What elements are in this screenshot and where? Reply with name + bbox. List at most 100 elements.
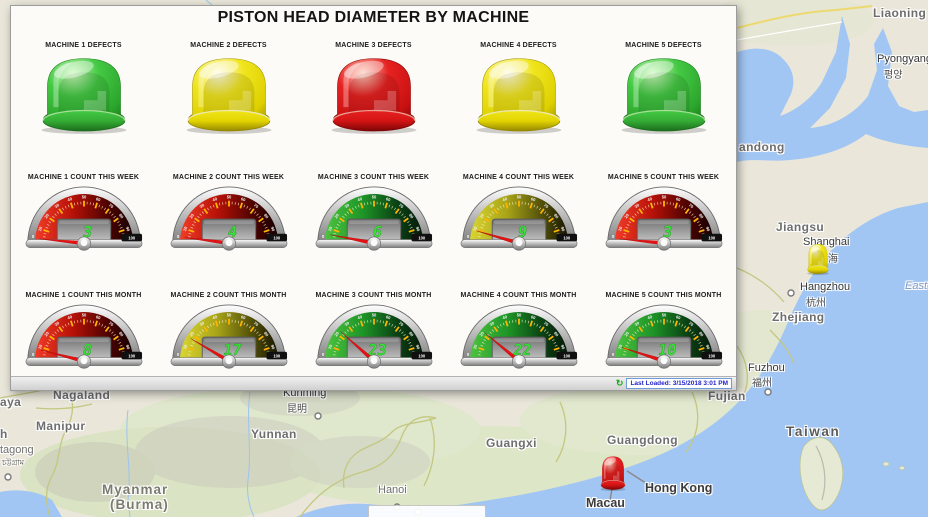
marker-led-hong-kong[interactable] — [598, 453, 628, 492]
map-label-jiangsu: Jiangsu — [776, 220, 824, 234]
map-label-yunnan: Yunnan — [251, 427, 297, 441]
gauge-label: MACHINE 4 COUNT THIS MONTH — [460, 292, 576, 299]
svg-text:50: 50 — [661, 313, 666, 318]
map-label-guangdong: Guangdong — [607, 433, 678, 447]
map-label-zhejiang: Zhejiang — [772, 310, 825, 324]
svg-text:50: 50 — [81, 313, 86, 318]
gauge-cell: MACHINE 1 COUNT THIS WEEK 10203040506070… — [11, 174, 156, 261]
count-gauge-machine-4: 102030405060708090 22 100 0 — [456, 304, 582, 379]
gauge-cell: MACHINE 4 COUNT THIS MONTH 1020304050607… — [446, 292, 591, 379]
defect-led-machine-2 — [178, 51, 280, 136]
defect-indicator-cell: MACHINE 1 DEFECTS — [11, 42, 156, 136]
count-gauge-machine-2: 102030405060708090 4 100 0 — [166, 186, 292, 261]
svg-text:100: 100 — [273, 354, 281, 359]
status-bar: ↻ Last Loaded: 3/15/2018 3:01 PM — [11, 376, 736, 390]
defect-indicator-cell: MACHINE 3 DEFECTS — [301, 42, 446, 136]
map-label-taiwan: Taiwan — [786, 424, 840, 439]
gauge-label: MACHINE 5 COUNT THIS WEEK — [608, 174, 719, 181]
page-title: PISTON HEAD DIAMETER BY MACHINE — [11, 9, 736, 27]
count-gauge-machine-3: 102030405060708090 23 100 0 — [311, 304, 437, 379]
gauge-label: MACHINE 1 COUNT THIS MONTH — [25, 292, 141, 299]
defect-led-machine-4 — [468, 51, 570, 136]
svg-text:50: 50 — [226, 195, 231, 200]
gauge-label: MACHINE 2 COUNT THIS WEEK — [173, 174, 284, 181]
map-label-cjk-8: 杭州 — [806, 294, 826, 309]
count-gauge-machine-5: 102030405060708090 10 100 0 — [601, 304, 727, 379]
defects-row: MACHINE 1 DEFECTS MACHINE 2 DEFECTS — [11, 42, 736, 136]
map-label-cjk-21: 昆明 — [287, 400, 307, 415]
refresh-icon[interactable]: ↻ — [616, 379, 624, 388]
gauge-cell: MACHINE 5 COUNT THIS WEEK 10203040506070… — [591, 174, 736, 261]
svg-text:100: 100 — [563, 354, 571, 359]
count-gauge-machine-4: 102030405060708090 9 100 0 — [456, 186, 582, 261]
map-label-guangxi: Guangxi — [486, 436, 537, 450]
map-label-cjk-2: 평양 — [884, 66, 902, 81]
marker-led-shanghai[interactable] — [805, 241, 831, 276]
map-label-hangzhou: Hangzhou — [800, 281, 850, 293]
gauge-label: MACHINE 5 COUNT THIS MONTH — [605, 292, 721, 299]
svg-text:50: 50 — [516, 195, 521, 200]
svg-text:50: 50 — [371, 313, 376, 318]
month-gauges-row: MACHINE 1 COUNT THIS MONTH 1020304050607… — [11, 292, 736, 379]
svg-text:100: 100 — [418, 354, 426, 359]
gauge-cell: MACHINE 2 COUNT THIS MONTH 1020304050607… — [156, 292, 301, 379]
defect-indicator-cell: MACHINE 4 DEFECTS — [446, 42, 591, 136]
gauge-label: MACHINE 4 COUNT THIS WEEK — [463, 174, 574, 181]
map-label-macau: Macau — [586, 496, 625, 510]
svg-text:50: 50 — [516, 313, 521, 318]
defect-led-machine-1 — [33, 51, 135, 136]
svg-text:100: 100 — [128, 236, 136, 241]
svg-text:100: 100 — [708, 236, 716, 241]
gauge-label: MACHINE 3 COUNT THIS WEEK — [318, 174, 429, 181]
week-gauges-row: MACHINE 1 COUNT THIS WEEK 10203040506070… — [11, 174, 736, 261]
map-label-liaoning: Liaoning — [873, 6, 926, 20]
screen: LiaoningPyongyang평양andongJiangsuShanghai… — [0, 0, 928, 517]
count-gauge-machine-5: 102030405060708090 3 100 0 — [601, 186, 727, 261]
gauge-cell: MACHINE 4 COUNT THIS WEEK 10203040506070… — [446, 174, 591, 261]
defect-led-machine-5 — [613, 51, 715, 136]
map-label-pyongyang: Pyongyang — [877, 53, 928, 65]
map-label-hong-kong: Hong Kong — [645, 481, 712, 495]
gauge-label: MACHINE 1 COUNT THIS WEEK — [28, 174, 139, 181]
defect-led-machine-3 — [323, 51, 425, 136]
gauge-cell: MACHINE 2 COUNT THIS WEEK 10203040506070… — [156, 174, 301, 261]
count-gauge-machine-3: 102030405060708090 6 100 0 — [311, 186, 437, 261]
count-gauge-machine-2: 102030405060708090 17 100 0 — [166, 304, 292, 379]
defect-indicator-label: MACHINE 5 DEFECTS — [625, 42, 702, 49]
svg-text:50: 50 — [371, 195, 376, 200]
map-label-cjk-30: চট্টগ্রাম — [2, 457, 24, 470]
map-label-h: h — [0, 427, 8, 441]
map-label-fujian: Fujian — [708, 389, 746, 403]
count-gauge-machine-1: 102030405060708090 8 100 0 — [21, 304, 147, 379]
gauge-cell: MACHINE 1 COUNT THIS MONTH 1020304050607… — [11, 292, 156, 379]
map-label-burma: (Burma) — [110, 497, 169, 512]
defect-indicator-cell: MACHINE 5 DEFECTS — [591, 42, 736, 136]
map-label-fuzhou: Fuzhou — [748, 362, 785, 374]
count-gauge-machine-1: 102030405060708090 3 100 0 — [21, 186, 147, 261]
svg-text:100: 100 — [273, 236, 281, 241]
map-callout-box — [368, 505, 486, 517]
defect-indicator-label: MACHINE 2 DEFECTS — [190, 42, 267, 49]
svg-text:100: 100 — [563, 236, 571, 241]
defect-indicator-cell: MACHINE 2 DEFECTS — [156, 42, 301, 136]
map-label-cjk-12: 福州 — [752, 374, 772, 389]
svg-text:50: 50 — [661, 195, 666, 200]
defect-indicator-label: MACHINE 4 DEFECTS — [480, 42, 557, 49]
defect-indicator-label: MACHINE 3 DEFECTS — [335, 42, 412, 49]
dashboard-panel: PISTON HEAD DIAMETER BY MACHINE MACHINE … — [10, 5, 737, 391]
map-label-tagong: tagong — [0, 444, 34, 456]
gauge-cell: MACHINE 3 COUNT THIS WEEK 10203040506070… — [301, 174, 446, 261]
svg-text:50: 50 — [226, 313, 231, 318]
gauge-cell: MACHINE 5 COUNT THIS MONTH 1020304050607… — [591, 292, 736, 379]
gauge-label: MACHINE 3 COUNT THIS MONTH — [315, 292, 431, 299]
svg-text:50: 50 — [81, 195, 86, 200]
svg-text:100: 100 — [418, 236, 426, 241]
svg-text:100: 100 — [128, 354, 136, 359]
svg-text:100: 100 — [708, 354, 716, 359]
map-label-andong: andong — [739, 140, 785, 154]
defect-indicator-label: MACHINE 1 DEFECTS — [45, 42, 122, 49]
gauge-label: MACHINE 2 COUNT THIS MONTH — [170, 292, 286, 299]
map-label-east: East — [905, 280, 927, 292]
last-loaded-text: Last Loaded: 3/15/2018 3:01 PM — [626, 378, 732, 389]
map-label-manipur: Manipur — [36, 419, 85, 433]
